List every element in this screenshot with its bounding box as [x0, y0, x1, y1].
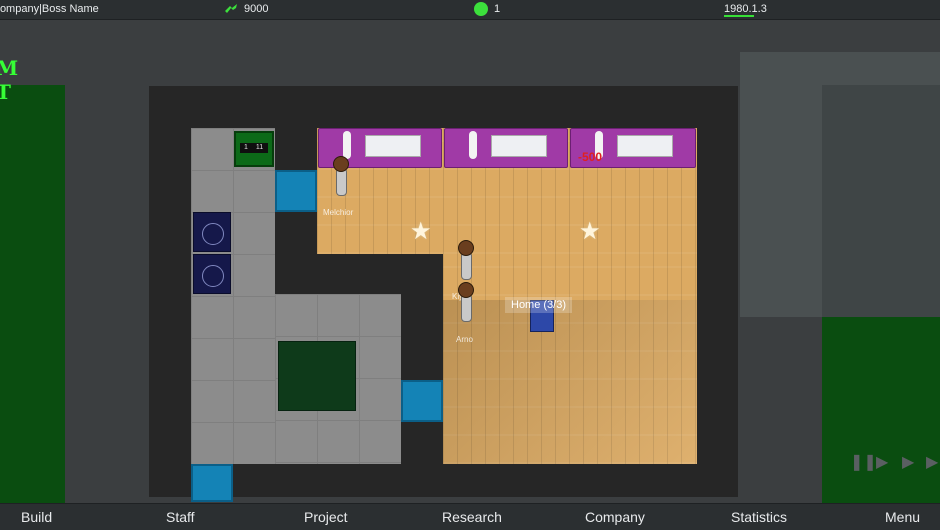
- wall-segment: [275, 282, 401, 294]
- money-value: 9000: [244, 3, 269, 15]
- employee-name-arno: Arno: [456, 335, 473, 344]
- console-label-2: 11: [255, 144, 264, 151]
- glass-door-bottom[interactable]: [191, 464, 233, 502]
- employee-melchior[interactable]: [333, 156, 349, 196]
- top-status-bar: Company|Boss Name 9000 1 1980.1.3: [0, 0, 940, 20]
- hud-letter-m: M: [0, 56, 19, 80]
- employee-name-melchior: Melchior: [323, 208, 354, 217]
- desk-2[interactable]: [444, 128, 568, 168]
- money-icon: [225, 4, 237, 13]
- glass-door-top[interactable]: [275, 170, 317, 212]
- console-label-1: 1: [244, 144, 248, 151]
- fan-count: 1: [494, 3, 501, 15]
- corridor-left: [191, 128, 275, 464]
- fan-icon: [474, 2, 488, 16]
- fast-forward-icon[interactable]: ▶: [902, 452, 914, 472]
- company-name: Company|Boss Name: [0, 3, 99, 15]
- hud-letter-t: T: [0, 80, 11, 104]
- star-icon[interactable]: ★: [410, 220, 432, 244]
- menu-menu-button[interactable]: Menu: [885, 509, 920, 525]
- damage-number: -500: [578, 150, 603, 164]
- employee-kiyo[interactable]: [458, 240, 474, 280]
- menu-build-button[interactable]: Build: [21, 509, 52, 525]
- star-icon[interactable]: ★: [579, 220, 601, 244]
- light-shading: [443, 300, 697, 464]
- play-icon[interactable]: ▶: [876, 452, 888, 472]
- menu-statistics-button[interactable]: Statistics: [731, 509, 787, 525]
- bottom-menu-bar: Build Staff Project Research Company Sta…: [0, 503, 940, 530]
- blue-sofa-2[interactable]: [193, 254, 231, 294]
- green-meeting-table[interactable]: [278, 341, 356, 411]
- menu-research-button[interactable]: Research: [442, 509, 502, 525]
- menu-project-button[interactable]: Project: [304, 509, 348, 525]
- blue-sofa-1[interactable]: [193, 212, 231, 252]
- menu-company-button[interactable]: Company: [585, 509, 645, 525]
- home-label: Home (3/3): [505, 297, 573, 313]
- fastest-icon[interactable]: ▶: [926, 452, 938, 472]
- game-date: 1980.1.3: [724, 3, 767, 15]
- right-inner-panel: [822, 85, 940, 317]
- employee-arno[interactable]: [458, 282, 474, 322]
- left-green-panel: [0, 85, 65, 503]
- date-progress: [724, 15, 754, 17]
- right-green-panel: [822, 317, 940, 503]
- glass-door-middle[interactable]: [401, 380, 443, 422]
- console-machine[interactable]: 1 11: [234, 131, 274, 167]
- menu-staff-button[interactable]: Staff: [166, 509, 195, 525]
- pause-icon[interactable]: ❚❚: [850, 452, 877, 472]
